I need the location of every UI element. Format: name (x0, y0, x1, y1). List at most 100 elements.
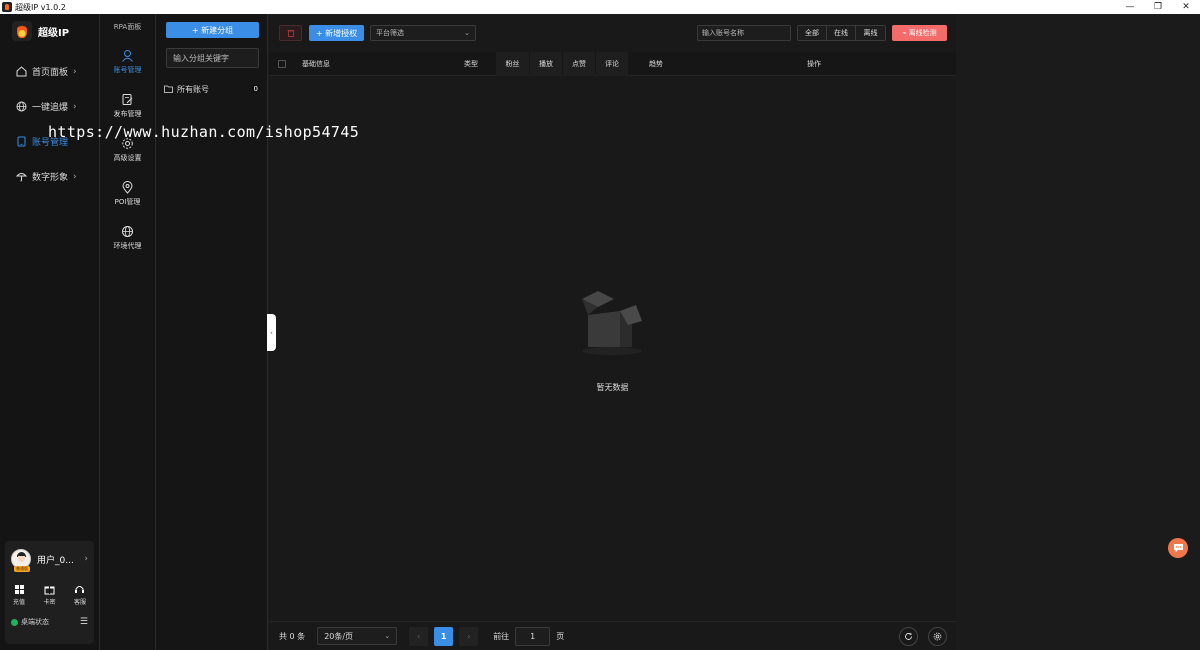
brand: 超级IP (0, 16, 99, 46)
empty-box-icon (582, 291, 642, 355)
goto-page-input[interactable] (515, 626, 551, 646)
rpa-panel: RPA面板 账号管理 发布管理 高级设置 POI管理 环境代理 (100, 14, 156, 650)
add-authorization-button[interactable]: + 新增授权 (309, 25, 364, 41)
column-likes[interactable]: 点赞 (563, 52, 595, 76)
page-unit: 页 (556, 631, 565, 641)
settings-button[interactable] (928, 626, 947, 646)
chevron-right-icon: › (84, 554, 88, 564)
filter-offline[interactable]: 离线 (856, 26, 885, 40)
group-search-input[interactable] (166, 48, 259, 68)
nav-item-avatar[interactable]: 数字形象 › (0, 159, 99, 194)
rpa-item-poi[interactable]: POI管理 (100, 172, 155, 216)
empty-state: 暂无数据 (269, 76, 956, 621)
chevron-down-icon: ⌄ (464, 29, 470, 37)
nav-item-label: 数字形象 (32, 173, 69, 183)
close-button[interactable]: ✕ (1172, 0, 1200, 14)
column-trend: 趋势 (649, 60, 663, 68)
rpa-item-publish[interactable]: 发布管理 (100, 84, 155, 128)
column-actions: 操作 (807, 60, 821, 68)
select-all-checkbox[interactable] (278, 60, 286, 68)
page-size-value: 20条/页 (324, 631, 354, 641)
tool-label: 充值 (13, 599, 26, 606)
folder-icon (164, 85, 173, 93)
trash-icon (287, 30, 294, 37)
chat-support-button[interactable] (1168, 538, 1188, 558)
location-pin-icon (122, 181, 133, 194)
column-comments[interactable]: 评论 (596, 52, 628, 76)
chevron-right-icon: › (73, 101, 77, 112)
total-count: 共 0 条 (279, 631, 306, 641)
group-count: 0 (251, 85, 260, 93)
delete-button[interactable] (279, 25, 302, 41)
group-label: 所有账号 (177, 84, 209, 94)
tool-label: 客服 (73, 599, 86, 606)
empty-text: 暂无数据 (596, 383, 629, 392)
home-icon (16, 66, 27, 77)
rpa-item-proxy[interactable]: 环境代理 (100, 216, 155, 260)
online-status-dot (11, 618, 18, 626)
column-type: 类型 (464, 60, 478, 68)
chevron-right-icon: › (73, 171, 77, 182)
column-plays[interactable]: 播放 (530, 52, 562, 76)
globe-icon (16, 101, 27, 112)
window-title: 超级IP v1.0.2 (15, 2, 66, 12)
menu-icon[interactable]: ☰ (80, 617, 88, 627)
recharge-button[interactable]: 充值 (13, 584, 25, 606)
username: 用户_0... (37, 555, 74, 566)
rpa-item-label: POI管理 (114, 198, 141, 206)
filter-online[interactable]: 在线 (827, 26, 856, 40)
page-size-select[interactable]: 20条/页 ⌄ (317, 627, 398, 645)
column-fans[interactable]: 粉丝 (496, 52, 529, 76)
offline-check-button[interactable]: ⌁ 离线检测 (892, 25, 947, 41)
watermark-text: https://www.huzhan.com/ishop54745 (48, 123, 360, 141)
left-nav: 超级IP 首页面板 › 一键追爆 › 账号管理 数字形象 › 普通版 用户_0.… (0, 14, 100, 650)
minimize-button[interactable]: — (1116, 0, 1144, 14)
status-filter: 全部 在线 离线 (797, 25, 886, 41)
collapse-panel-handle[interactable]: ‹ (267, 314, 276, 351)
new-group-button[interactable]: + 新建分组 (166, 22, 259, 38)
brand-name: 超级IP (38, 27, 70, 39)
user-tools: 充值 卡密 客服 (5, 569, 94, 606)
filter-all[interactable]: 全部 (798, 26, 827, 40)
headset-icon (75, 586, 85, 593)
window-titlebar: 超级IP v1.0.2 — ❐ ✕ (0, 0, 1200, 14)
rpa-item-label: 账号管理 (113, 66, 142, 74)
support-button[interactable]: 客服 (74, 584, 86, 606)
link-icon: ⌁ (902, 29, 907, 37)
nav-item-label: 首页面板 (32, 68, 69, 78)
nav-item-home[interactable]: 首页面板 › (0, 54, 99, 89)
group-panel: + 新建分组 所有账号 0 (156, 14, 268, 650)
tablet-icon (16, 136, 27, 147)
desktop-status: 桌端状态 ☰ (5, 606, 94, 627)
user-icon (122, 50, 133, 62)
platform-filter-select[interactable]: 平台筛选 ⌄ (370, 25, 476, 41)
column-basic-info: 基础信息 (302, 60, 330, 68)
chevron-right-icon: › (73, 66, 77, 77)
next-page-button[interactable]: › (459, 626, 479, 646)
app-flame-icon (2, 2, 12, 12)
chat-bubble-icon (1173, 544, 1183, 553)
user-profile-row[interactable]: 普通版 用户_0... › (5, 541, 94, 572)
offline-check-label: 离线检测 (908, 29, 937, 37)
rpa-item-account[interactable]: 账号管理 (100, 40, 155, 84)
refresh-button[interactable] (899, 626, 918, 646)
tool-label: 卡密 (43, 599, 56, 606)
page-number-button[interactable]: 1 (434, 626, 454, 646)
card-key-button[interactable]: 卡密 (43, 584, 56, 606)
gift-icon (44, 586, 55, 595)
account-search-input[interactable] (697, 25, 791, 41)
restore-button[interactable]: ❐ (1144, 0, 1172, 14)
rpa-item-label: 环境代理 (113, 242, 142, 250)
prev-page-button[interactable]: ‹ (409, 626, 429, 646)
edit-doc-icon (122, 94, 133, 105)
rpa-item-label: 高级设置 (113, 154, 142, 162)
rpa-panel-title: RPA面板 (113, 23, 142, 31)
rpa-item-label: 发布管理 (113, 110, 142, 118)
group-item-all[interactable]: 所有账号 0 (164, 82, 260, 96)
nav-item-trend[interactable]: 一键追爆 › (0, 89, 99, 124)
pagination: 共 0 条 20条/页 ⌄ ‹ 1 › 前往 页 (269, 621, 956, 650)
table-header: 基础信息 类型 粉丝 播放 点赞 评论 趋势 操作 (269, 52, 956, 76)
nav-item-label: 一键追爆 (32, 103, 69, 113)
account-main: + 新增授权 平台筛选 ⌄ 全部 在线 离线 ⌁ 离线检测 基础信息 类型 粉丝… (269, 14, 956, 650)
flame-logo-icon (12, 21, 32, 41)
